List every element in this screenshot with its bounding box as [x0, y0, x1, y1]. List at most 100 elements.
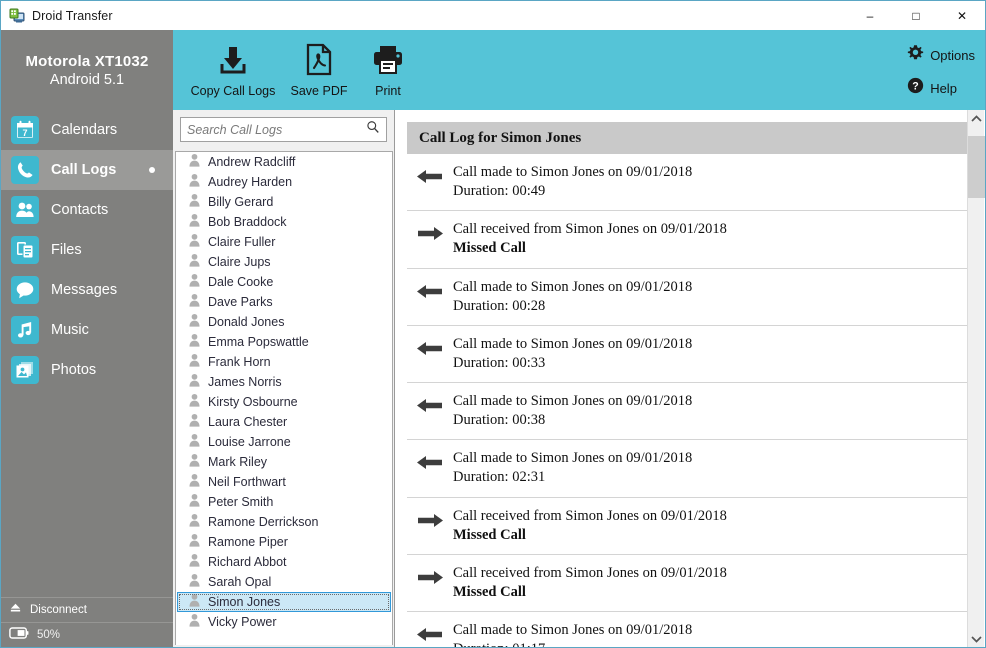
contact-list[interactable]: Andrew Radcliff Audrey Harden Billy Gerard… [175, 151, 393, 645]
contact-name: Peter Smith [208, 495, 274, 509]
contact-list-item[interactable]: James Norris [176, 372, 392, 392]
contact-list-item[interactable]: Ramone Piper [176, 532, 392, 552]
options-button[interactable]: Options [907, 44, 975, 66]
sidebar-item-calendars[interactable]: 7 Calendars [1, 110, 173, 150]
call-log-entry-description: Call received from Simon Jones on 09/01/… [453, 221, 727, 238]
printer-icon [372, 43, 404, 82]
contact-list-item[interactable]: Billy Gerard [176, 192, 392, 212]
scroll-up-button[interactable] [968, 110, 984, 127]
copy-call-logs-button[interactable]: Copy Call Logs [183, 30, 283, 110]
sidebar-item-photos-label: Photos [51, 362, 97, 378]
call-log-entry-text: Call received from Simon Jones on 09/01/… [453, 507, 727, 545]
call-log-entry-duration: Duration: 00:33 [453, 354, 546, 371]
sidebar-item-call-logs[interactable]: Call Logs [1, 150, 173, 190]
toolbar: Copy Call Logs Save PDF Print Options ? … [173, 30, 985, 110]
disconnect-label: Disconnect [30, 604, 87, 616]
contact-list-item[interactable]: Vicky Power [176, 612, 392, 632]
contact-list-item[interactable]: Mark Riley [176, 452, 392, 472]
contact-name: Claire Fuller [208, 235, 276, 249]
contact-list-item[interactable]: Dave Parks [176, 292, 392, 312]
call-log-entry[interactable]: Call received from Simon Jones on 09/01/… [407, 498, 973, 555]
call-log-entry-text: Call received from Simon Jones on 09/01/… [453, 564, 727, 602]
contact-list-item[interactable]: Louise Jarrone [176, 432, 392, 452]
call-log-entry-duration: Duration: 01:17 [453, 640, 692, 647]
call-log-entry[interactable]: Call made to Simon Jones on 09/01/2018 Du… [407, 612, 973, 647]
call-log-entry-description: Call made to Simon Jones on 09/01/2018 [453, 450, 693, 467]
contact-list-item[interactable]: Dale Cooke [176, 272, 392, 292]
person-icon [188, 453, 201, 472]
print-button[interactable]: Print [355, 30, 421, 110]
call-log-entry[interactable]: Call made to Simon Jones on 09/01/2018 Du… [407, 154, 973, 212]
call-log-entry-description: Call made to Simon Jones on 09/01/2018 [453, 622, 693, 638]
close-button[interactable]: ✕ [939, 1, 985, 30]
sidebar-item-messages-label: Messages [51, 282, 118, 298]
person-icon [188, 353, 201, 372]
call-log-pane: Call Log for Simon Jones Call made to Si… [395, 110, 985, 647]
search-box[interactable] [180, 117, 387, 142]
sidebar-item-photos[interactable]: Photos [1, 350, 173, 390]
scrollbar-thumb[interactable] [968, 136, 985, 198]
contact-name: Neil Forthwart [208, 475, 286, 489]
sidebar-item-messages[interactable]: Messages [1, 270, 173, 310]
call-log-entry-description: Call made to Simon Jones on 09/01/2018 [453, 335, 693, 352]
call-log-entry-description: Call made to Simon Jones on 09/01/2018 [453, 278, 693, 295]
call-log-entry[interactable]: Call made to Simon Jones on 09/01/2018 Du… [407, 383, 973, 441]
window-title: Droid Transfer [32, 8, 113, 23]
arrow-left-icon [417, 455, 443, 475]
gear-icon [907, 44, 924, 66]
battery-percent-label: 50% [37, 629, 61, 641]
disconnect-button[interactable]: Disconnect [1, 597, 173, 622]
contact-list-item[interactable]: Emma Popswattle [176, 332, 392, 352]
eject-icon [9, 601, 22, 619]
call-log-entry[interactable]: Call made to Simon Jones on 09/01/2018 Du… [407, 326, 973, 383]
contact-list-item-selected[interactable]: Simon Jones [177, 592, 391, 612]
contact-name: Andrew Radcliff [208, 155, 296, 169]
battery-status: 50% [1, 622, 173, 647]
contact-list-item[interactable]: Richard Abbot [176, 552, 392, 572]
contact-list-item[interactable]: Donald Jones [176, 312, 392, 332]
call-log-entry-description: Call made to Simon Jones on 09/01/2018 [453, 393, 693, 409]
call-log-entry-text: Call received from Simon Jones on 09/01/… [453, 220, 727, 258]
contact-list-item[interactable]: Kirsty Osbourne [176, 392, 392, 412]
contact-name: Claire Jups [208, 255, 271, 269]
search-icon[interactable] [366, 120, 380, 139]
contact-name: Audrey Harden [208, 175, 293, 189]
minimize-icon: – [866, 8, 874, 23]
call-log-entry[interactable]: Call received from Simon Jones on 09/01/… [407, 555, 973, 612]
contact-list-item[interactable]: Sarah Opal [176, 572, 392, 592]
help-button[interactable]: ? Help [907, 77, 957, 99]
sidebar-item-music[interactable]: Music [1, 310, 173, 350]
main-scrollbar[interactable] [967, 110, 985, 647]
arrow-right-icon [417, 513, 443, 533]
contact-name: Emma Popswattle [208, 335, 309, 349]
contact-list-item[interactable]: Andrew Radcliff [176, 152, 392, 172]
contact-list-pane: Andrew Radcliff Audrey Harden Billy Gerard… [173, 110, 395, 647]
person-icon [188, 553, 201, 572]
call-log-entry[interactable]: Call received from Simon Jones on 09/01/… [407, 211, 973, 269]
sidebar-item-files[interactable]: Files [1, 230, 173, 270]
minimize-button[interactable]: – [847, 1, 893, 30]
device-info-panel: Motorola XT1032 Android 5.1 [1, 30, 173, 110]
maximize-button[interactable]: □ [893, 1, 939, 30]
contact-list-item[interactable]: Claire Jups [176, 252, 392, 272]
contact-list-item[interactable]: Audrey Harden [176, 172, 392, 192]
contact-list-item[interactable]: Neil Forthwart [176, 472, 392, 492]
contact-name: Mark Riley [208, 455, 268, 469]
person-icon [188, 433, 201, 452]
save-pdf-button[interactable]: Save PDF [283, 30, 355, 110]
call-logs-status-dot [149, 167, 155, 173]
contact-list-item[interactable]: Frank Horn [176, 352, 392, 372]
calendar-icon: 7 [11, 116, 39, 144]
search-input[interactable] [187, 122, 366, 137]
call-log-entry[interactable]: Call made to Simon Jones on 09/01/2018 Du… [407, 269, 973, 326]
toolbar-right-actions: Options ? Help [907, 30, 985, 99]
contact-name: Laura Chester [208, 415, 288, 429]
call-log-entry[interactable]: Call made to Simon Jones on 09/01/2018 Du… [407, 440, 973, 498]
contact-list-item[interactable]: Bob Braddock [176, 212, 392, 232]
contact-list-item[interactable]: Laura Chester [176, 412, 392, 432]
contact-list-item[interactable]: Claire Fuller [176, 232, 392, 252]
scroll-down-button[interactable] [968, 630, 985, 647]
sidebar-item-contacts[interactable]: Contacts [1, 190, 173, 230]
contact-list-item[interactable]: Peter Smith [176, 492, 392, 512]
contact-list-item[interactable]: Ramone Derrickson [176, 512, 392, 532]
